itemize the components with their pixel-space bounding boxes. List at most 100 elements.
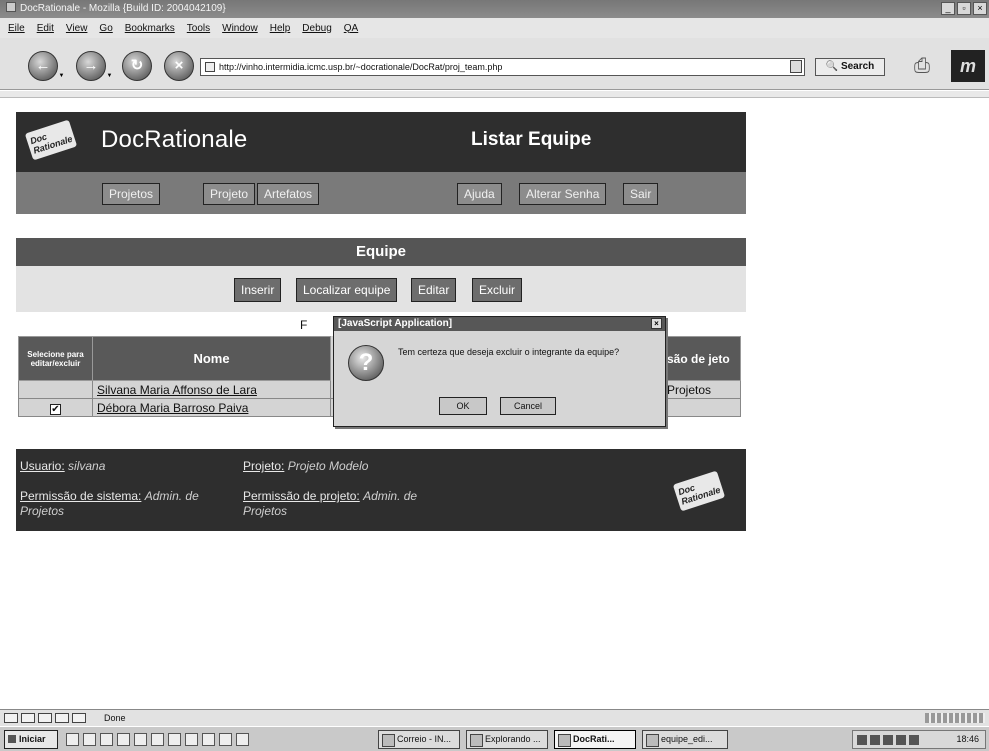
quicklaunch-icon[interactable] <box>66 733 79 746</box>
projeto-value: Projeto Modelo <box>287 459 369 473</box>
task-equipe-edit[interactable]: equipe_edi... <box>642 730 728 749</box>
search-button[interactable]: 🔍 Search <box>815 58 885 76</box>
connection-status-icon <box>925 713 985 723</box>
header-name: Nome <box>92 336 331 381</box>
quicklaunch-icon[interactable] <box>83 733 96 746</box>
quicklaunch-icon[interactable] <box>202 733 215 746</box>
member-name-cell: Silvana Maria Affonso de Lara <box>92 380 331 399</box>
task-docrationale[interactable]: DocRati... <box>554 730 636 749</box>
member-name-link[interactable]: Silvana Maria Affonso de Lara <box>97 383 257 397</box>
quicklaunch-icon[interactable] <box>151 733 164 746</box>
close-window-icon[interactable]: × <box>973 2 987 15</box>
session-footer: Usuario: silvana Projeto: Projeto Modelo… <box>16 449 746 531</box>
system-tray: 18:46 <box>852 730 986 749</box>
member-permission <box>662 398 741 417</box>
window-titlebar: DocRationale - Mozilla {Build ID: 200404… <box>0 0 989 18</box>
menu-help[interactable]: Help <box>270 23 291 34</box>
perm-projeto-label[interactable]: Permissão de projeto: <box>243 489 360 503</box>
mail-icon[interactable] <box>21 713 35 723</box>
back-icon[interactable]: ← ▼ <box>28 51 64 81</box>
quicklaunch-icon[interactable] <box>236 733 249 746</box>
tray-icon[interactable] <box>857 735 867 745</box>
print-icon[interactable]: ⎙ <box>914 54 944 78</box>
cancel-button[interactable]: Cancel <box>500 397 556 415</box>
toolbar-grip[interactable] <box>0 91 989 98</box>
question-icon: ? <box>348 345 384 381</box>
addressbook-icon[interactable] <box>55 713 69 723</box>
url-text: http://vinho.intermidia.icmc.usp.br/~doc… <box>219 62 503 72</box>
search-label: Search <box>840 61 875 72</box>
brand-name: DocRationale <box>101 126 248 153</box>
alterar-senha-button[interactable]: Alterar Senha <box>519 183 607 205</box>
menu-view[interactable]: View <box>66 23 88 34</box>
stop-icon[interactable]: × <box>164 51 194 81</box>
usuario-info: Usuario: silvana <box>20 459 105 474</box>
projeto-button[interactable]: Projeto <box>203 183 256 205</box>
os-taskbar: Iniciar Correio - IN... Explorando ... D… <box>0 726 989 751</box>
menu-go[interactable]: Go <box>99 23 112 34</box>
navigator-icon[interactable] <box>4 713 18 723</box>
partial-label: F <box>300 318 308 332</box>
perm-projeto-info: Permissão de projeto: Admin. de Projetos <box>243 489 463 519</box>
tray-icon[interactable] <box>883 735 893 745</box>
ajuda-button[interactable]: Ajuda <box>457 183 502 205</box>
projetos-button[interactable]: Projetos <box>102 183 161 205</box>
quicklaunch-icon[interactable] <box>219 733 232 746</box>
inserir-button[interactable]: Inserir <box>234 278 282 302</box>
task-correio[interactable]: Correio - IN... <box>378 730 460 749</box>
forward-icon[interactable]: → ▼ <box>76 51 112 81</box>
menu-window[interactable]: Window <box>222 23 258 34</box>
menu-qa[interactable]: QA <box>344 23 358 34</box>
window-controls: _ ▫ × <box>941 2 987 15</box>
section-title: Equipe <box>16 238 746 266</box>
usuario-value: silvana <box>68 459 106 473</box>
localizar-equipe-button[interactable]: Localizar equipe <box>296 278 398 302</box>
artefatos-button[interactable]: Artefatos <box>257 183 320 205</box>
projeto-label[interactable]: Projeto: <box>243 459 284 473</box>
usuario-label[interactable]: Usuario: <box>20 459 65 473</box>
member-name-link[interactable]: Débora Maria Barroso Paiva <box>97 401 248 415</box>
menu-debug[interactable]: Debug <box>302 23 331 34</box>
start-button[interactable]: Iniciar <box>4 730 58 749</box>
quicklaunch-icon[interactable] <box>117 733 130 746</box>
tray-icon[interactable] <box>870 735 880 745</box>
task-explorando[interactable]: Explorando ... <box>466 730 548 749</box>
ok-button[interactable]: OK <box>439 397 487 415</box>
status-icons <box>4 713 86 723</box>
select-checkbox[interactable]: ✔ <box>50 403 61 415</box>
tray-icon[interactable] <box>909 735 919 745</box>
row-select-cell: ✔ <box>18 398 93 417</box>
perm-sistema-info: Permissão de sistema: Admin. de Projetos <box>20 489 230 519</box>
menu-bookmarks[interactable]: Bookmarks <box>125 23 175 34</box>
quicklaunch-icon[interactable] <box>168 733 181 746</box>
url-dropdown-icon[interactable] <box>790 60 802 73</box>
close-icon[interactable]: × <box>651 318 662 329</box>
status-bar: Done <box>0 709 989 726</box>
row-select-cell <box>18 380 93 399</box>
minimize-icon[interactable]: _ <box>941 2 955 15</box>
quicklaunch-icon[interactable] <box>185 733 198 746</box>
page-icon <box>205 62 215 72</box>
reload-icon[interactable]: ↻ <box>122 51 152 81</box>
page-title: Listar Equipe <box>471 129 592 150</box>
excluir-button[interactable]: Excluir <box>472 278 523 302</box>
sair-button[interactable]: Sair <box>623 183 659 205</box>
member-permission: Projetos <box>662 380 741 399</box>
composer-icon[interactable] <box>38 713 52 723</box>
url-input[interactable]: http://vinho.intermidia.icmc.usp.br/~doc… <box>200 58 805 76</box>
menu-tools[interactable]: Tools <box>187 23 210 34</box>
mozilla-icon <box>6 2 16 12</box>
dialog-message: Tem certeza que deseja excluir o integra… <box>398 347 620 357</box>
quick-launch <box>66 733 249 746</box>
menu-file[interactable]: Eile <box>8 23 25 34</box>
editar-button[interactable]: Editar <box>411 278 457 302</box>
tray-icon[interactable] <box>896 735 906 745</box>
quicklaunch-icon[interactable] <box>134 733 147 746</box>
menu-edit[interactable]: Edit <box>37 23 54 34</box>
maximize-icon[interactable]: ▫ <box>957 2 971 15</box>
perm-sistema-label[interactable]: Permissão de sistema: <box>20 489 141 503</box>
quicklaunch-icon[interactable] <box>100 733 113 746</box>
member-name-cell: Débora Maria Barroso Paiva <box>92 398 331 417</box>
chat-icon[interactable] <box>72 713 86 723</box>
footer-logo: Doc Rationale <box>672 470 726 512</box>
